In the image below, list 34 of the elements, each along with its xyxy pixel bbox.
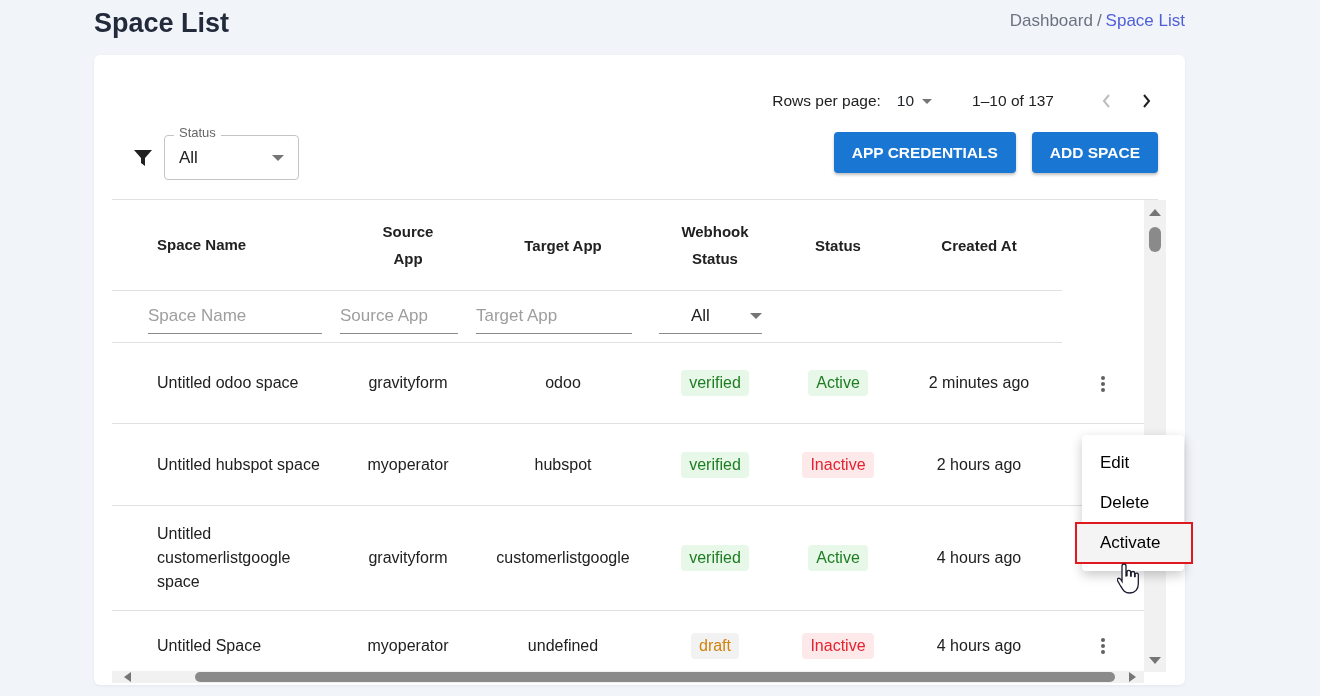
table-cell-text: 2 minutes ago xyxy=(927,373,1031,393)
status-tag: Active xyxy=(808,370,868,396)
column-header: Source App xyxy=(381,222,435,269)
table-cell-text: myoperator xyxy=(366,454,450,475)
table-cell-text: 4 hours ago xyxy=(935,635,1023,656)
table-cell-text: undefined xyxy=(526,635,600,656)
table-cell-text: gravityform xyxy=(367,548,449,568)
table-cell-text: gravityform xyxy=(367,373,449,393)
column-header: Webhook Status xyxy=(680,222,750,269)
table-cell-text: 4 hours ago xyxy=(935,548,1023,568)
table-cell-text: Untitled hubspot space xyxy=(156,454,321,475)
table-cell-text: customerlistgoogle xyxy=(495,548,631,568)
status-tag: Inactive xyxy=(802,632,874,659)
page-range: 1–10 of 137 xyxy=(972,91,1054,112)
table-cell-text: Untitled Space xyxy=(156,635,263,656)
table-cell-text: odoo xyxy=(544,373,582,393)
table-cell-text: Untitled customerlistgoogle space xyxy=(156,524,292,592)
page-title: Space List xyxy=(94,7,230,40)
table-cell-text: hubspot xyxy=(533,454,593,475)
table-cell-text: 2 hours ago xyxy=(935,454,1023,475)
webhook-status-tag: verified xyxy=(681,545,749,571)
column-header: Target App xyxy=(523,235,603,256)
column-header: Status xyxy=(814,235,862,256)
webhook-status-tag: verified xyxy=(681,451,749,478)
column-header: Created At xyxy=(940,235,1018,256)
rows-per-page-label: Rows per page: xyxy=(772,91,881,112)
webhook-status-tag: verified xyxy=(681,370,749,396)
status-tag: Active xyxy=(808,545,868,571)
breadcrumb-separator: / xyxy=(1096,10,1102,32)
table-cell-text: Untitled odoo space xyxy=(156,373,300,393)
webhook-status-tag: draft xyxy=(691,632,739,659)
table-cell-text: myoperator xyxy=(366,635,450,656)
column-header: Space Name xyxy=(156,234,248,255)
status-tag: Inactive xyxy=(802,451,874,478)
